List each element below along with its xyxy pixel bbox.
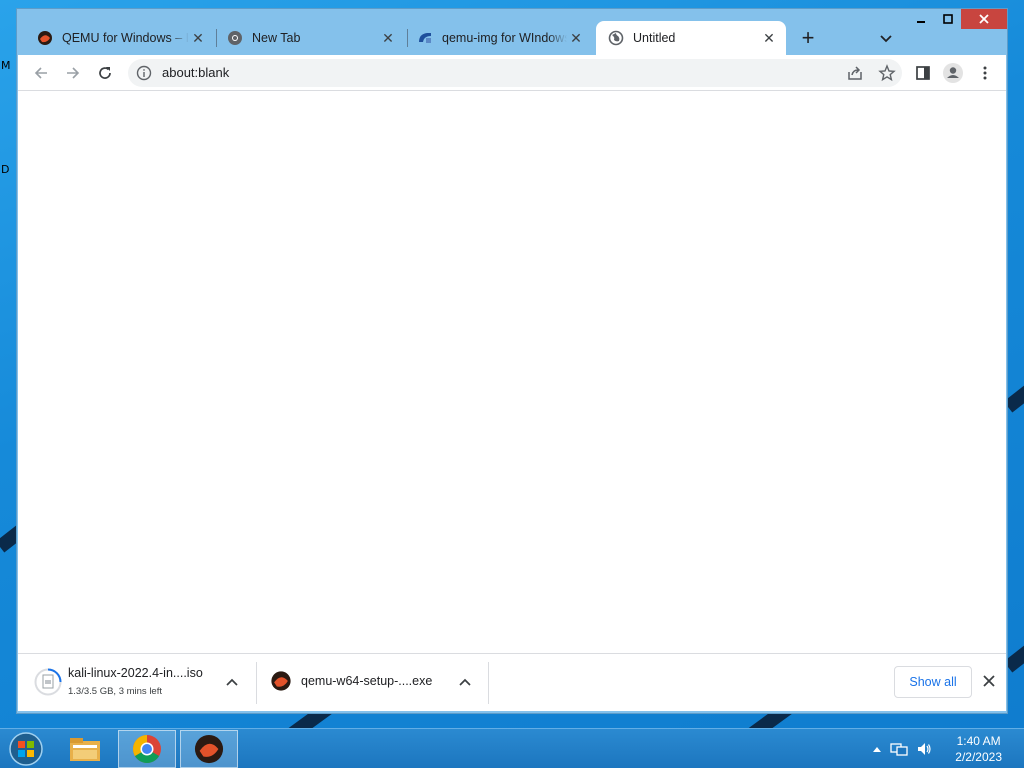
side-panel-icon [916,66,930,80]
download-shelf: kali-linux-2022.4-in....iso 1.3/3.5 GB, … [18,653,1006,711]
reload-icon [99,67,111,79]
cloudbase-icon [417,30,433,46]
tab-title: New Tab [252,31,301,45]
download-filename: kali-linux-2022.4-in....iso [68,666,203,680]
page-content[interactable] [18,91,1006,653]
minimize-button[interactable] [907,9,934,29]
download-separator [488,662,489,704]
file-icon [34,668,62,696]
reload-button[interactable] [92,60,118,86]
download-filename: qemu-w64-setup-....exe [301,674,433,688]
globe-icon [608,30,624,46]
file-explorer-icon [70,738,100,761]
chevron-down-icon [880,35,892,43]
desktop-icon-label[interactable]: D [1,163,9,176]
taskbar-file-explorer[interactable] [56,730,114,768]
maximize-button[interactable] [934,9,961,29]
address-bar[interactable]: about:blank [128,59,902,87]
back-button[interactable] [28,60,54,86]
menu-button[interactable] [972,60,998,86]
qemu-icon [37,30,53,46]
download-item[interactable]: kali-linux-2022.4-in....iso 1.3/3.5 GB, … [18,660,256,704]
qemu-icon [271,671,291,691]
show-hidden-icons-icon [873,747,881,752]
close-window-button[interactable] [961,9,1007,29]
new-tab-button[interactable]: + [795,25,821,51]
maximize-icon [942,14,953,24]
clock-date: 2/2/2023 [955,750,1002,764]
chrome-icon [133,735,161,763]
tab-title: Untitled [633,31,676,45]
tab-title: qemu-img for WIndows [442,31,567,45]
volume-icon [918,743,931,755]
url-text[interactable]: about:blank [162,65,229,80]
browser-window: QEMU for Windows – Installers (64 bit) ✕… [16,8,1008,714]
system-tray [872,739,932,759]
close-icon[interactable]: ✕ [189,29,207,47]
side-panel-button[interactable] [910,60,936,86]
close-icon[interactable]: ✕ [379,29,397,47]
tab-strip: QEMU for Windows – Installers (64 bit) ✕… [17,9,1007,57]
chrome-icon [227,30,243,46]
chevron-up-icon [226,678,238,686]
info-icon [136,65,152,81]
taskbar-chrome[interactable] [118,730,176,768]
close-icon [979,14,989,24]
download-status: 1.3/3.5 GB, 3 mins left [68,686,162,697]
network-icon [890,743,908,756]
chevron-up-icon [459,678,471,686]
qemu-icon [194,734,224,764]
clock-time: 1:40 AM [956,734,1001,748]
download-item[interactable]: qemu-w64-setup-....exe [258,660,488,704]
tab-qemu-for-windows[interactable]: QEMU for Windows – Installers (64 bit) ✕ [17,21,215,55]
close-shelf-button[interactable] [980,672,998,690]
tab-untitled[interactable]: Untitled ✕ [596,21,786,55]
kebab-menu-icon [983,66,987,80]
download-separator [256,662,257,704]
avatar-icon [943,63,963,83]
tab-title: QEMU for Windows – Installers (64 bit) [62,31,189,45]
bookmark-star-icon [878,64,896,82]
close-icon[interactable]: ✕ [567,29,585,47]
forward-arrow-icon [67,67,80,79]
tab-qemu-img[interactable]: qemu-img for WIndows ✕ [397,21,593,55]
taskbar-qemu[interactable] [180,730,238,768]
back-arrow-icon [34,67,47,79]
show-all-button[interactable]: Show all [894,666,972,698]
share-icon [848,66,862,80]
tab-search-button[interactable] [873,25,899,51]
profile-button[interactable] [940,60,966,86]
taskbar: 1:40 AM 2/2/2023 [0,728,1024,768]
browser-toolbar: about:blank [18,55,1006,91]
tab-new-tab[interactable]: New Tab ✕ [207,21,405,55]
minimize-icon [916,21,925,23]
forward-button[interactable] [60,60,86,86]
close-icon[interactable]: ✕ [760,29,778,47]
clock[interactable]: 1:40 AM 2/2/2023 [955,733,1002,765]
start-button[interactable] [8,731,44,767]
close-icon [983,675,995,687]
desktop-icon-label[interactable]: M [1,59,11,72]
windows-start-icon [9,732,43,766]
window-controls [907,9,1007,29]
